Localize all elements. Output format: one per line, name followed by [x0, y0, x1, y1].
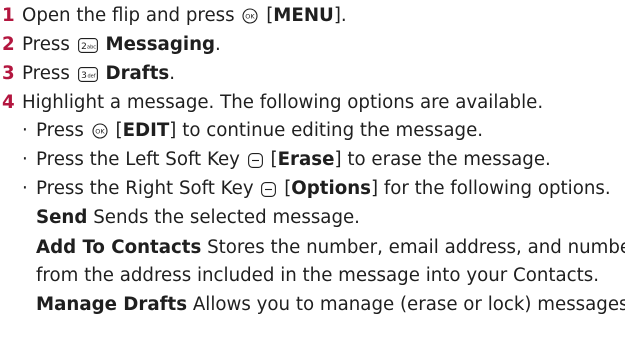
- key-label: EDIT: [122, 120, 170, 141]
- number-2-key-icon: 2 abc: [77, 38, 98, 53]
- key-label: Erase: [277, 149, 335, 170]
- option-desc: Sends the selected message.: [93, 207, 360, 228]
- svg-text:3: 3: [81, 71, 87, 81]
- option-add-to-contacts-cont: from the address included in the message…: [36, 265, 599, 287]
- option-term: Send: [36, 207, 88, 228]
- step-number: 2: [2, 34, 15, 55]
- number-3-key-icon: 3 def: [77, 67, 98, 82]
- step-text: Open the flip and press: [22, 5, 235, 26]
- ok-key-icon: OK: [242, 8, 258, 24]
- ok-key-icon: OK: [92, 123, 108, 139]
- option-add-to-contacts: Add To Contacts Stores the number, email…: [36, 237, 625, 259]
- step-text: Press: [22, 34, 70, 55]
- bullet-dot: ·: [22, 120, 28, 141]
- option-manage-drafts: Manage Drafts Allows you to manage (eras…: [36, 294, 625, 316]
- key-label: Messaging: [105, 34, 216, 55]
- svg-text:2: 2: [81, 42, 87, 52]
- bullet-dot: ·: [22, 178, 28, 199]
- svg-text:OK: OK: [95, 128, 105, 136]
- key-label: Drafts: [105, 63, 170, 84]
- right-soft-key-icon: [261, 182, 277, 197]
- option-term: Manage Drafts: [36, 294, 188, 315]
- option-desc: Allows you to manage (erase or lock) mes…: [192, 294, 625, 315]
- step-number: 1: [2, 5, 15, 26]
- step-text: Highlight a message. The following optio…: [22, 92, 544, 113]
- bullet-dot: ·: [22, 149, 28, 170]
- option-term: Add To Contacts: [36, 237, 202, 258]
- option-desc: Stores the number, email address, and nu…: [207, 237, 625, 258]
- left-soft-key-icon: [247, 153, 263, 168]
- step-text: Press: [22, 63, 70, 84]
- svg-text:OK: OK: [246, 13, 256, 21]
- svg-text:abc: abc: [87, 45, 96, 51]
- step-number: 4: [2, 92, 15, 113]
- step-number: 3: [2, 63, 15, 84]
- option-send: Send Sends the selected message.: [36, 207, 360, 229]
- svg-text:def: def: [87, 74, 95, 80]
- option-desc: from the address included in the message…: [36, 265, 600, 286]
- key-label: Options: [291, 178, 371, 199]
- key-label: MENU: [273, 5, 334, 26]
